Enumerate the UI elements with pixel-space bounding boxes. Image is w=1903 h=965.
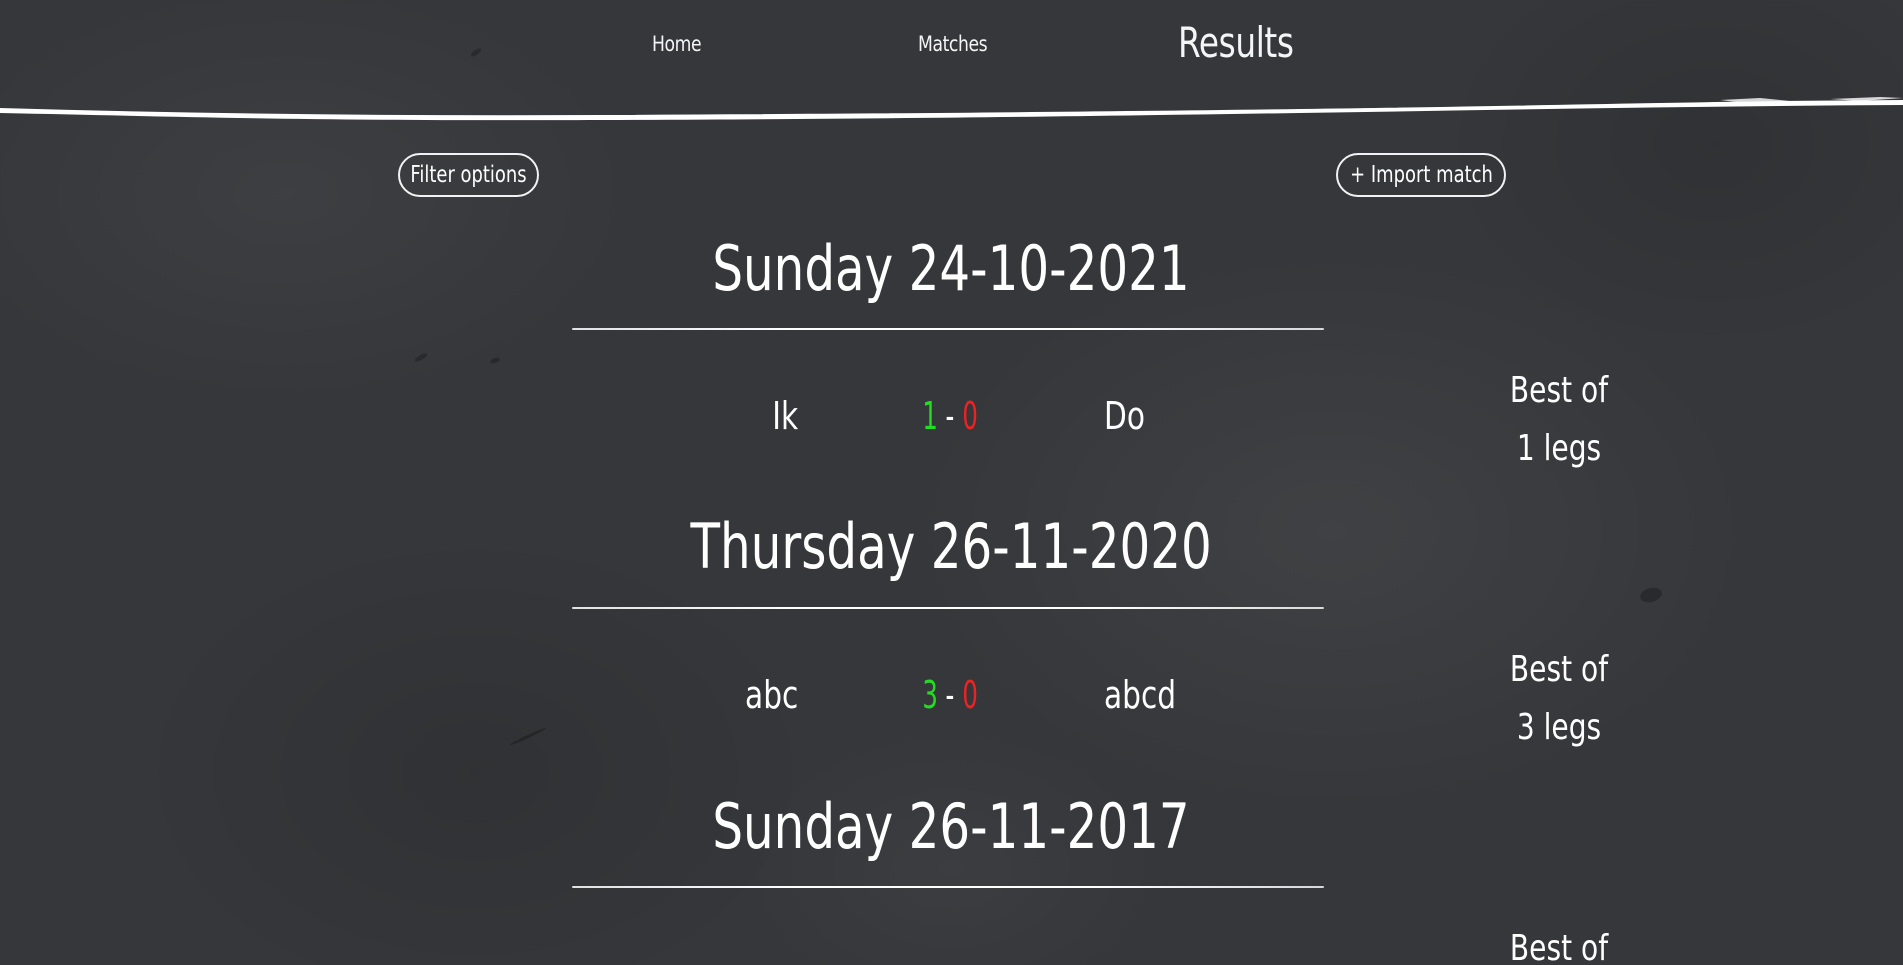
home-score: 3 <box>922 673 938 717</box>
best-of-label: Best of <box>1509 928 1609 965</box>
filter-options-label: Filter options <box>410 162 527 188</box>
best-of-label: Best of <box>1509 649 1609 690</box>
day-divider <box>572 607 1324 609</box>
best-of-label: Best of <box>1509 370 1609 411</box>
match-score: 1-0 <box>880 394 1020 438</box>
legs-count: 1 legs <box>1516 428 1602 469</box>
chalk-speck <box>413 351 429 364</box>
chalk-divider <box>0 97 1903 121</box>
home-score: 1 <box>922 394 938 438</box>
legs-count: 3 legs <box>1516 707 1602 748</box>
top-navigation: Home Matches Results <box>0 0 1903 100</box>
chalk-speck <box>1638 585 1664 605</box>
nav-results-link[interactable]: Results <box>1178 18 1294 67</box>
nav-matches-link[interactable]: Matches <box>918 32 988 56</box>
best-of-info: Best of 3 legs <box>1480 641 1638 757</box>
home-player-name: abc <box>744 673 798 717</box>
away-player-name: Do <box>1104 394 1145 438</box>
import-match-button[interactable]: + Import match <box>1336 153 1506 197</box>
day-heading: Sunday 24-10-2021 <box>712 232 1191 305</box>
score-separator: - <box>945 394 955 438</box>
best-of-info: Best of 1 legs <box>1480 362 1638 478</box>
day-divider <box>572 886 1324 888</box>
chalk-speck <box>509 726 547 747</box>
filter-options-button[interactable]: Filter options <box>398 153 539 197</box>
match-score: 3-0 <box>880 673 1020 717</box>
score-separator: - <box>945 673 955 717</box>
day-heading: Sunday 26-11-2017 <box>712 790 1191 863</box>
day-heading: Thursday 26-11-2020 <box>690 510 1213 583</box>
away-score: 0 <box>962 673 978 717</box>
day-divider <box>572 328 1324 330</box>
away-player-name: abcd <box>1104 673 1177 717</box>
import-match-label: + Import match <box>1349 162 1493 188</box>
away-score: 0 <box>962 394 978 438</box>
home-player-name: Ik <box>772 394 798 438</box>
best-of-info: Best of <box>1480 920 1638 965</box>
chalk-speck <box>489 356 501 365</box>
nav-home-link[interactable]: Home <box>652 32 702 56</box>
